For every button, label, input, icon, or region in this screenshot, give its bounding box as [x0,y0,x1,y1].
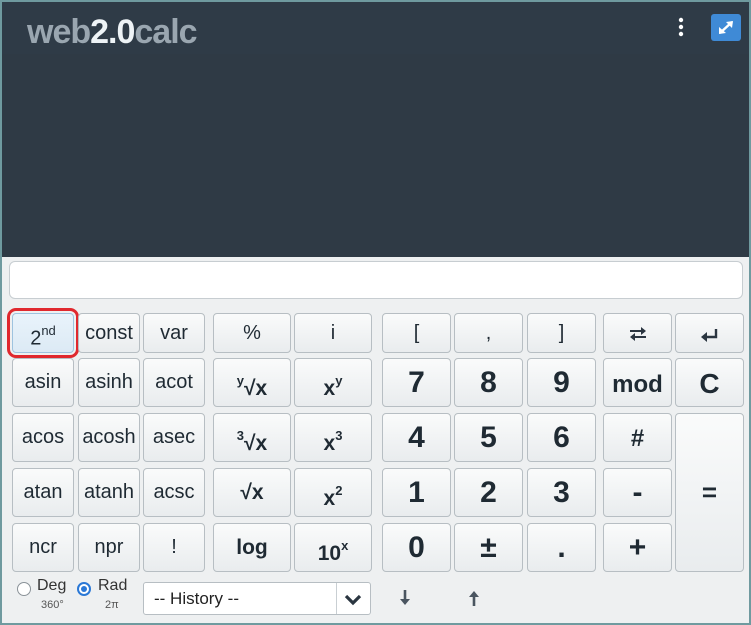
equals-button[interactable]: = [675,413,744,572]
var-button[interactable]: var [143,313,205,353]
mod-button[interactable]: mod [603,358,672,407]
second-button[interactable]: 2nd [7,308,79,358]
const-button[interactable]: const [78,313,140,353]
logo: web2.0calc [27,12,198,52]
y-root-index: y [236,373,244,388]
clear-button[interactable]: C [675,358,744,407]
acot-button[interactable]: acot [143,358,205,407]
deg-label: Deg [37,577,67,594]
right-bracket-button[interactable]: ] [527,313,596,353]
second-label: 2 [30,327,42,350]
header-bar: web2.0calc [2,2,749,54]
ten-power-exp: x [341,538,349,553]
log-button[interactable]: log [213,523,291,572]
digit-2-button[interactable]: 2 [454,468,523,517]
decimal-point-button[interactable]: . [527,523,596,572]
plus-minus-button[interactable]: ± [454,523,523,572]
digit-6-button[interactable]: 6 [527,413,596,462]
asec-button[interactable]: asec [143,413,205,462]
digit-5-button[interactable]: 5 [454,413,523,462]
minus-button[interactable]: - [603,468,672,517]
rad-sublabel: 2π [105,599,119,611]
x-cubed-button[interactable]: x3 [294,413,372,462]
asinh-button[interactable]: asinh [78,358,140,407]
menu-dots-icon[interactable] [674,14,688,40]
npr-button[interactable]: npr [78,523,140,572]
imaginary-button[interactable]: i [294,313,372,353]
x-squared-button[interactable]: x2 [294,468,372,517]
arrow-down-icon[interactable] [396,587,414,609]
acosh-button[interactable]: acosh [78,413,140,462]
history-select-value: -- History -- [154,589,239,608]
ten-power-x-button[interactable]: 10x [294,523,372,572]
second-sup: nd [41,323,56,338]
percent-button[interactable]: % [213,313,291,353]
expand-icon[interactable] [711,14,741,41]
deg-sublabel: 360° [41,599,64,611]
digit-9-button[interactable]: 9 [527,358,596,407]
left-bracket-button[interactable]: [ [382,313,451,353]
digit-1-button[interactable]: 1 [382,468,451,517]
atanh-button[interactable]: atanh [78,468,140,517]
logo-part-web: web [27,13,91,51]
acsc-button[interactable]: acsc [143,468,205,517]
x-cubed-exp: 3 [335,428,343,443]
arrow-up-icon[interactable] [465,587,483,609]
history-select[interactable]: -- History -- [143,582,371,615]
swap-button[interactable] [603,313,672,353]
y-root-body: √x [244,377,268,400]
asin-button[interactable]: asin [12,358,74,407]
hash-button[interactable]: # [603,413,672,462]
x-squared-base: x [323,487,336,510]
backspace-icon [700,329,717,342]
digit-8-button[interactable]: 8 [454,358,523,407]
atan-button[interactable]: atan [12,468,74,517]
plus-button[interactable]: + [603,523,672,572]
digit-0-button[interactable]: 0 [382,523,451,572]
backspace-button[interactable] [675,313,744,353]
ten-power-base: 10 [317,542,342,565]
rad-radio[interactable] [77,582,91,596]
deg-radio[interactable] [17,582,31,596]
x-cubed-base: x [323,432,336,455]
factorial-button[interactable]: ! [143,523,205,572]
ncr-button[interactable]: ncr [12,523,74,572]
cube-root-button[interactable]: 3√x [213,413,291,462]
x-squared-exp: 2 [335,483,343,498]
acos-button[interactable]: acos [12,413,74,462]
cube-root-body: √x [244,432,268,455]
expression-input[interactable] [9,261,743,299]
swap-icon [629,327,646,341]
logo-part-version: 2.0 [90,13,135,51]
digit-7-button[interactable]: 7 [382,358,451,407]
result-display [2,54,749,257]
calculator-frame: web2.0calc 2nd const var % i [ , ] asin … [0,0,751,625]
y-root-button[interactable]: y√x [213,358,291,407]
sqrt-button[interactable]: √x [213,468,291,517]
cube-root-index: 3 [236,428,244,443]
rad-label: Rad [98,577,128,594]
x-power-y-exp: y [335,373,343,388]
digit-4-button[interactable]: 4 [382,413,451,462]
history-divider [336,583,337,614]
x-power-y-base: x [323,377,336,400]
chevron-down-icon [344,594,362,606]
x-power-y-button[interactable]: xy [294,358,372,407]
logo-part-calc: calc [134,13,197,51]
digit-3-button[interactable]: 3 [527,468,596,517]
comma-button[interactable]: , [454,313,523,353]
